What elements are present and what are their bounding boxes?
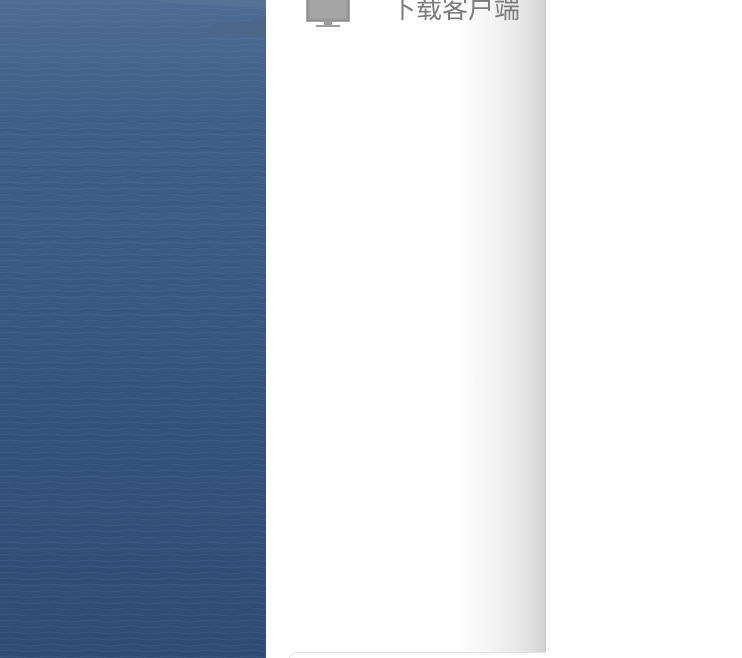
menu-item-label: 下载客户端 <box>390 0 521 25</box>
side-drawer: 下载客户端 <box>266 0 546 658</box>
drawer-edge-shadow <box>545 0 546 658</box>
ocean-background-image <box>0 0 266 658</box>
app-viewport: 下载客户端 <box>0 0 742 658</box>
menu-item-download-client[interactable]: 下载客户端 <box>306 0 546 34</box>
bottom-card-edge <box>288 652 546 658</box>
monitor-icon <box>306 0 350 30</box>
